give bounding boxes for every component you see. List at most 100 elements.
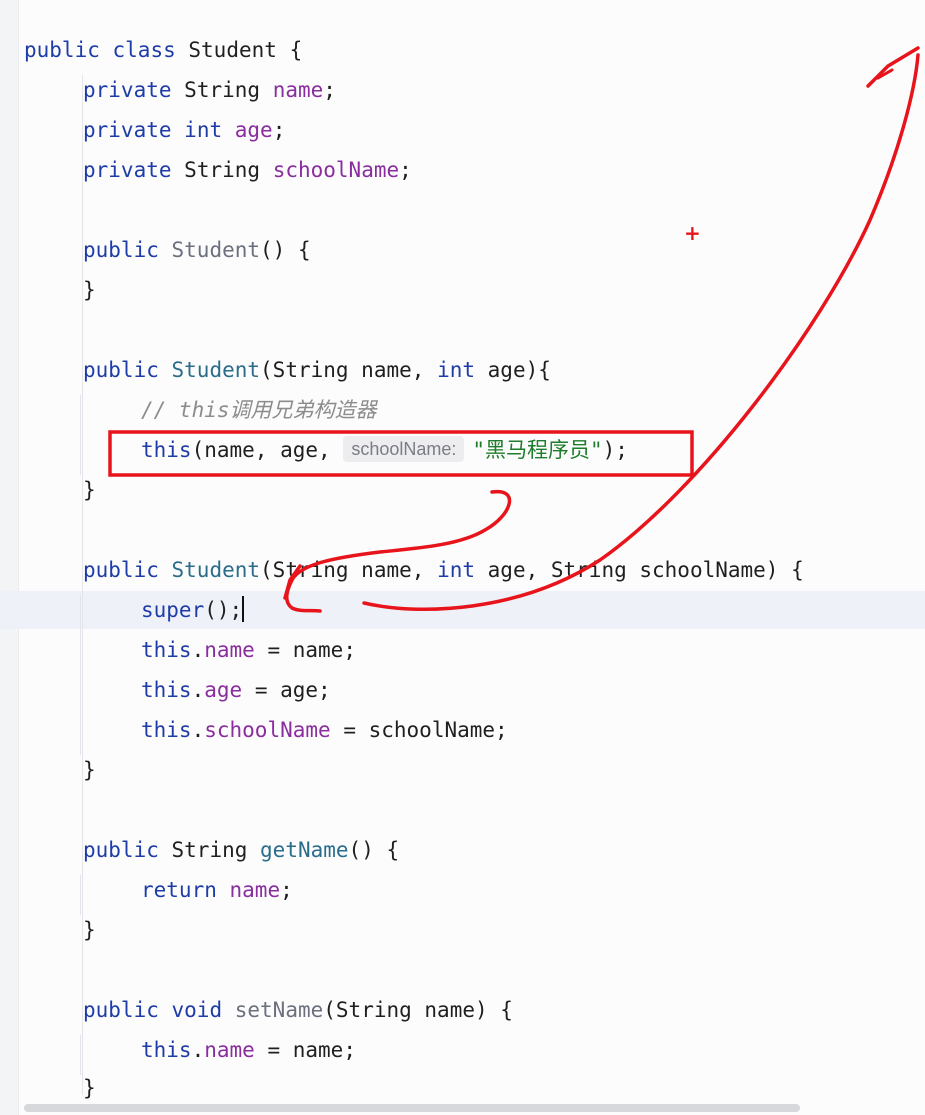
method-name: Student: [171, 358, 261, 382]
keyword: void: [171, 998, 223, 1022]
punct: }: [83, 758, 96, 782]
punct: = age;: [242, 678, 331, 702]
punct: (String name) {: [323, 998, 513, 1022]
keyword: public: [83, 358, 159, 382]
punct: {: [289, 38, 303, 62]
parameter-hint: schoolName:: [343, 436, 465, 462]
punct: = name;: [254, 1038, 356, 1062]
code-line-close-brace[interactable]: }: [83, 750, 96, 790]
code-line-close-brace[interactable]: }: [83, 1068, 96, 1108]
punct: ;: [399, 158, 412, 182]
punct: (String name,: [260, 558, 425, 582]
punct: age, String schoolName) {: [487, 558, 804, 582]
keyword: private: [83, 118, 172, 142]
field-name: name: [204, 1038, 255, 1062]
method-name: Student: [171, 558, 261, 582]
keyword: public: [83, 558, 159, 582]
code-line-class-decl[interactable]: public class Student {: [24, 30, 302, 70]
keyword: public: [24, 38, 100, 62]
gutter: [0, 0, 19, 1115]
current-line-highlight: [0, 591, 925, 629]
keyword: private: [83, 78, 172, 102]
comment: // this调用兄弟构造器: [141, 398, 377, 422]
keyword: this: [141, 438, 192, 462]
text-caret: [242, 596, 245, 622]
punct: () {: [348, 838, 400, 862]
code-line-assign-schoolname[interactable]: this.schoolName = schoolName;: [141, 710, 508, 750]
punct: );: [602, 438, 628, 462]
punct: }: [83, 1076, 96, 1100]
code-line-return-name[interactable]: return name;: [141, 870, 293, 910]
code-line-assign-name[interactable]: this.name = name;: [141, 1030, 356, 1070]
code-line-close-brace[interactable]: }: [83, 270, 96, 310]
punct: (name, age,: [191, 438, 331, 462]
code-line-field-name[interactable]: private String name;: [83, 70, 336, 110]
horizontal-scrollbar[interactable]: [24, 1104, 800, 1112]
field-name: age: [204, 678, 243, 702]
punct: ();: [204, 598, 243, 622]
punct: = name;: [254, 638, 356, 662]
code-line-comment[interactable]: // this调用兄弟构造器: [141, 390, 377, 430]
indent-guide: [80, 395, 81, 475]
keyword: this: [141, 718, 192, 742]
field-name: age: [234, 118, 273, 142]
method-name: getName: [260, 838, 349, 862]
code-line-ctor-three-args[interactable]: public Student(String name, int age, Str…: [83, 550, 804, 590]
punct: (String name,: [260, 358, 425, 382]
keyword: public: [83, 838, 159, 862]
field-name: name: [204, 638, 255, 662]
keyword: public: [83, 238, 159, 262]
code-line-getname-decl[interactable]: public String getName() {: [83, 830, 399, 870]
punct: }: [83, 478, 96, 502]
punct: .: [191, 1038, 205, 1062]
keyword: this: [141, 638, 192, 662]
class-name: Student: [188, 38, 277, 62]
code-line-ctor-empty[interactable]: public Student() {: [83, 230, 311, 270]
keyword: int: [437, 558, 475, 582]
punct: .: [191, 718, 205, 742]
field-name: name: [229, 878, 281, 902]
punct: .: [191, 678, 205, 702]
keyword: public: [83, 998, 159, 1022]
code-line-field-age[interactable]: private int age;: [83, 110, 285, 150]
code-line-super-call[interactable]: super();: [141, 590, 245, 630]
string-literal: "黑马程序员": [472, 438, 603, 462]
method-name: Student: [171, 238, 261, 262]
keyword: this: [141, 678, 192, 702]
type-name: String: [184, 158, 261, 182]
keyword: int: [184, 118, 223, 142]
code-line-field-schoolname[interactable]: private String schoolName;: [83, 150, 412, 190]
code-line-ctor-two-args[interactable]: public Student(String name, int age){: [83, 350, 551, 390]
punct: () {: [260, 238, 311, 262]
punct: = schoolName;: [330, 718, 508, 742]
field-name: schoolName: [204, 718, 331, 742]
punct: ;: [323, 78, 336, 102]
keyword: this: [141, 1038, 192, 1062]
method-name: setName: [234, 998, 324, 1022]
code-line-setname-decl[interactable]: public void setName(String name) {: [83, 990, 513, 1030]
keyword: super: [141, 598, 205, 622]
punct: .: [191, 638, 205, 662]
indent-guide: [80, 875, 81, 915]
code-line-assign-age[interactable]: this.age = age;: [141, 670, 331, 710]
keyword: int: [437, 358, 475, 382]
code-line-close-brace[interactable]: }: [83, 470, 96, 510]
punct: }: [83, 918, 96, 942]
field-name: schoolName: [272, 158, 400, 182]
type-name: String: [171, 838, 248, 862]
code-line-this-call[interactable]: this(name, age, schoolName: "黑马程序员");: [141, 430, 628, 470]
indent-guide: [80, 1035, 81, 1075]
punct: ;: [272, 118, 286, 142]
indent-guide: [80, 595, 81, 755]
code-line-assign-name[interactable]: this.name = name;: [141, 630, 356, 670]
punct: ;: [280, 878, 293, 902]
punct: age){: [487, 358, 551, 382]
code-line-close-brace[interactable]: }: [83, 910, 96, 950]
field-name: name: [272, 78, 324, 102]
code-editor[interactable]: public class Student { private String na…: [0, 0, 925, 1115]
keyword: class: [112, 38, 176, 62]
keyword: return: [141, 878, 217, 902]
punct: }: [83, 278, 96, 302]
type-name: String: [184, 78, 261, 102]
keyword: private: [83, 158, 172, 182]
